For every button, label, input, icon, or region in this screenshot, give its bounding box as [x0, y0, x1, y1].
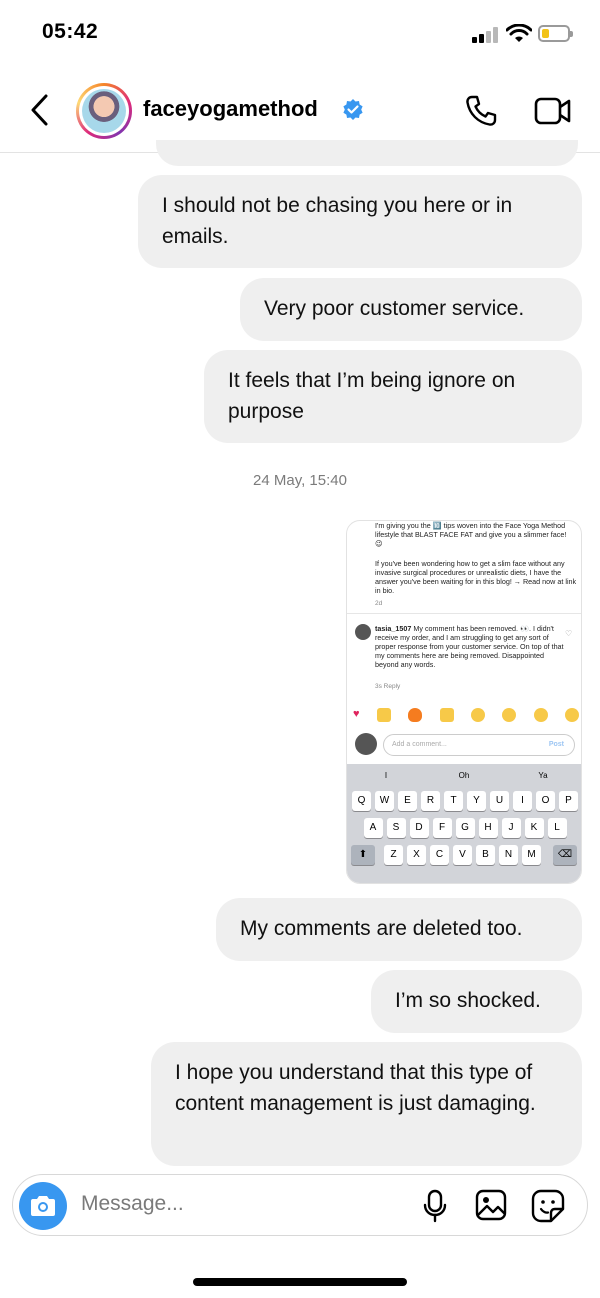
message-composer[interactable]: Message...	[12, 1174, 588, 1236]
keyboard-key: N	[499, 845, 518, 865]
heart-outline-icon: ♡	[565, 629, 573, 638]
image-message[interactable]: I'm giving you the 🔟 tips woven into the…	[346, 520, 582, 884]
keyboard-key: Z	[384, 845, 403, 865]
keyboard-key: J	[501, 818, 521, 838]
add-comment-field: Add a comment... Post	[383, 734, 575, 756]
verified-badge-icon	[343, 99, 363, 120]
message-text: I should not be chasing you here or in e…	[162, 194, 513, 248]
raised-hands-icon	[376, 708, 391, 722]
my-avatar	[355, 733, 377, 755]
keyboard-key: O	[536, 791, 555, 811]
keyboard-key: P	[559, 791, 578, 811]
signal-icon	[472, 27, 500, 43]
message-input-placeholder: Message...	[81, 1192, 184, 1215]
keyboard-key: M	[522, 845, 541, 865]
message-text: Very poor customer service.	[264, 297, 525, 320]
commenter-avatar	[355, 624, 371, 640]
screenshot-caption-body: If you've been wondering how to get a sl…	[375, 559, 577, 595]
message-text: I hope you understand that this type of …	[175, 1061, 536, 1115]
suggestion: I	[384, 771, 388, 780]
heart-eyes-icon	[502, 708, 517, 722]
keyboard-key: U	[490, 791, 509, 811]
fire-icon	[408, 708, 423, 722]
screenshot-comment: tasia_1507 My comment has been removed. …	[375, 624, 565, 669]
message-text: It feels that I’m being ignore on purpos…	[228, 369, 516, 423]
post-label: Post	[548, 741, 564, 748]
screenshot-caption-age: 2d	[375, 600, 383, 607]
status-time: 05:42	[42, 20, 99, 43]
keyboard-key: H	[478, 818, 498, 838]
message-bubble[interactable]: I hope you understand that this type of …	[151, 1042, 582, 1166]
keyboard-key: K	[524, 818, 544, 838]
sticker-icon[interactable]	[531, 1189, 565, 1223]
suggestion: Ya	[538, 771, 548, 780]
screenshot-caption: I'm giving you the 🔟 tips woven into the…	[375, 521, 567, 548]
keyboard-key: E	[398, 791, 417, 811]
clapping-hands-icon	[439, 708, 454, 722]
keyboard-key: F	[432, 818, 452, 838]
keyboard-key: L	[547, 818, 567, 838]
camera-button[interactable]	[19, 1182, 67, 1230]
video-icon[interactable]	[534, 96, 572, 126]
message-bubble[interactable]: I’m so shocked.	[371, 970, 582, 1033]
keyboard-key: C	[430, 845, 449, 865]
chat-username[interactable]: faceyogamethod	[143, 96, 318, 122]
back-icon[interactable]	[26, 92, 54, 128]
previous-message-bubble	[156, 140, 578, 166]
keyboard-suggestions: I Oh Ya	[347, 768, 581, 784]
keyboard-key: D	[409, 818, 429, 838]
surprised-face-icon	[533, 708, 548, 722]
keyboard-key: G	[455, 818, 475, 838]
red-heart-icon: ♥	[353, 708, 360, 720]
phone-icon[interactable]	[464, 94, 498, 128]
add-comment-placeholder: Add a comment...	[392, 741, 447, 748]
shift-key-icon: ⬆	[351, 845, 375, 865]
comment-user: tasia_1507	[375, 624, 412, 633]
camera-icon	[31, 1196, 55, 1216]
keyboard-key: R	[421, 791, 440, 811]
avatar[interactable]	[76, 83, 132, 139]
comment-meta: 3s Reply	[375, 683, 401, 690]
keyboard-key: V	[453, 845, 472, 865]
message-bubble[interactable]: Very poor customer service.	[240, 278, 582, 341]
keyboard-key: I	[513, 791, 532, 811]
message-timestamp: 24 May, 15:40	[253, 472, 347, 489]
message-bubble[interactable]: My comments are deleted too.	[216, 898, 582, 961]
wifi-icon	[506, 24, 532, 42]
battery-icon	[538, 25, 573, 42]
keyboard-key: A	[363, 818, 383, 838]
keyboard-key: B	[476, 845, 495, 865]
screenshot-keyboard: I Oh Ya Q W E R T Y U I O P A S D F G H J K L Z X C V B N M ⬆ ⌫	[347, 764, 581, 883]
status-bar: 05:42	[0, 0, 600, 70]
emoji-row: ♥	[353, 708, 579, 722]
gallery-icon[interactable]	[475, 1189, 507, 1221]
message-text: My comments are deleted too.	[240, 917, 523, 940]
laughing-face-icon	[564, 708, 579, 722]
keyboard-key: T	[444, 791, 463, 811]
crying-face-icon	[470, 708, 485, 722]
keyboard-key: Y	[467, 791, 486, 811]
divider	[347, 613, 581, 614]
delete-key-icon: ⌫	[553, 845, 577, 865]
message-text: I’m so shocked.	[395, 989, 541, 1012]
keyboard-key: S	[386, 818, 406, 838]
suggestion: Oh	[458, 771, 470, 780]
microphone-icon[interactable]	[423, 1189, 447, 1223]
keyboard-key: W	[375, 791, 394, 811]
keyboard-key: X	[407, 845, 426, 865]
message-bubble[interactable]: It feels that I’m being ignore on purpos…	[204, 350, 582, 443]
message-bubble[interactable]: I should not be chasing you here or in e…	[138, 175, 582, 268]
keyboard-key: Q	[352, 791, 371, 811]
home-indicator	[193, 1278, 407, 1286]
